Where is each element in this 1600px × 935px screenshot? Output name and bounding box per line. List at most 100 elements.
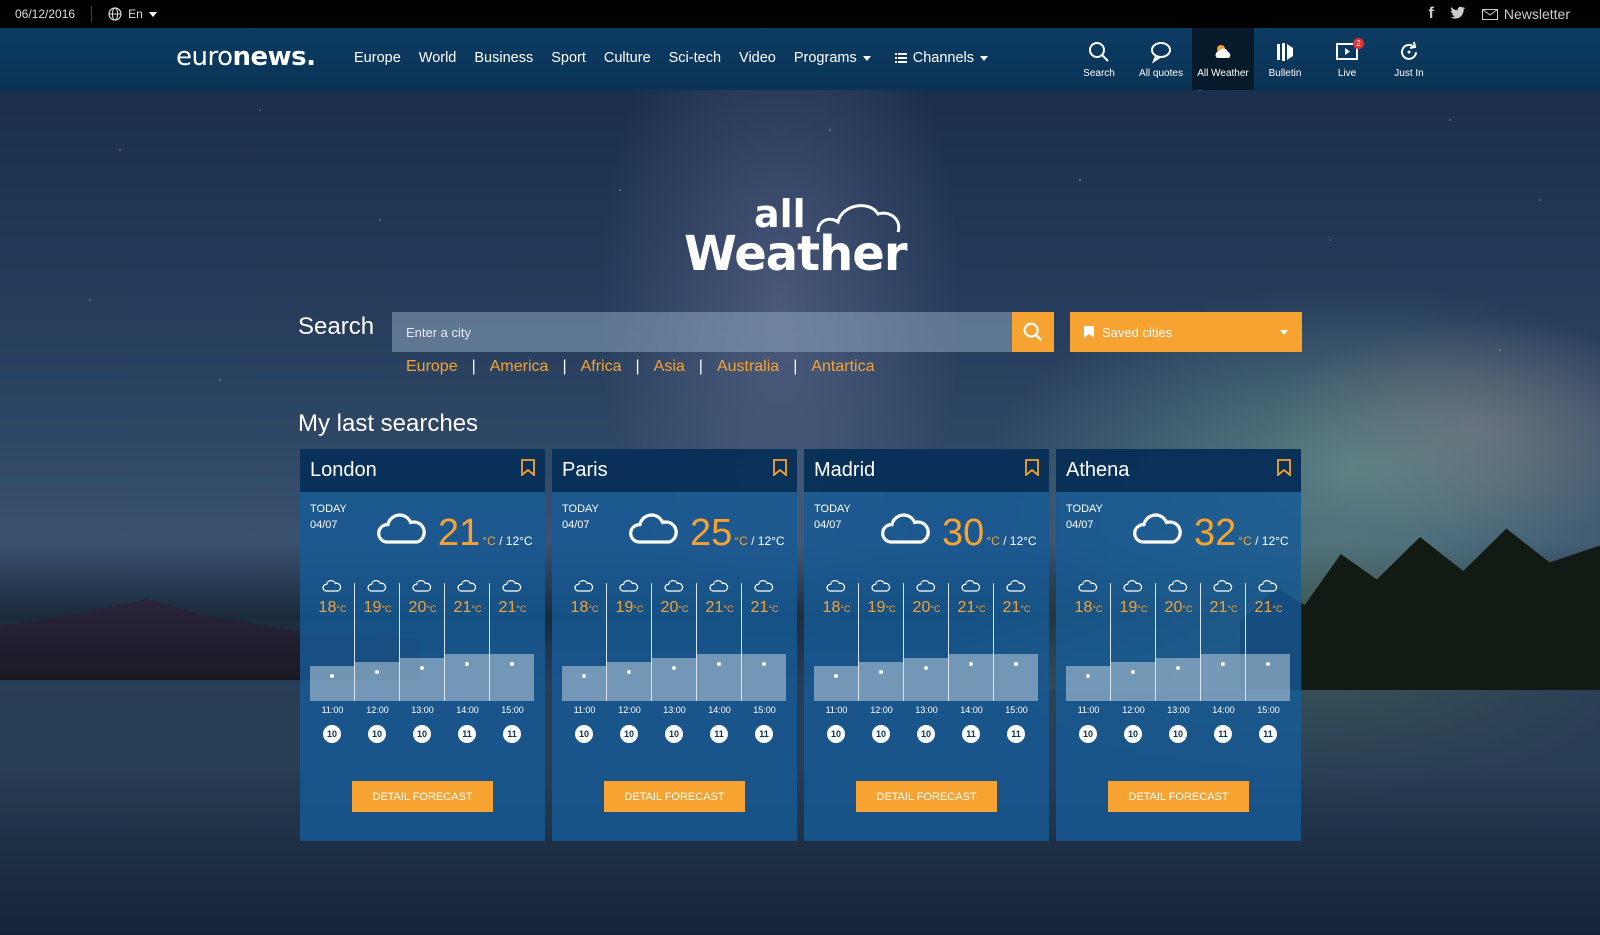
hour-label: 14:00 bbox=[1212, 705, 1235, 715]
detail-forecast-button[interactable]: DETAIL FORECAST bbox=[856, 781, 997, 812]
saved-cities-label: Saved cities bbox=[1102, 324, 1173, 340]
region-separator: | bbox=[562, 358, 567, 375]
facebook-icon[interactable]: f bbox=[1429, 5, 1434, 23]
card-header: Paris bbox=[552, 449, 797, 492]
region-antartica[interactable]: Antartica bbox=[811, 358, 874, 376]
hourly-temperature: 18°C bbox=[562, 599, 607, 617]
temperature-bar bbox=[445, 654, 489, 701]
hour-label: 13:00 bbox=[411, 705, 434, 715]
cloud-icon bbox=[1258, 579, 1278, 598]
chevron-down-icon bbox=[862, 55, 871, 61]
nav-world[interactable]: World bbox=[419, 50, 457, 66]
nav-europe[interactable]: Europe bbox=[354, 50, 401, 66]
cloud-icon bbox=[574, 579, 594, 598]
temperature-value: 25 bbox=[690, 512, 733, 554]
nav-bulletin-button[interactable]: Bulletin bbox=[1254, 28, 1316, 90]
hourly-column: 19°C 12:00 10 bbox=[859, 579, 904, 759]
region-separator: | bbox=[698, 358, 703, 375]
current-temperature: 32 °C / 12°C bbox=[1132, 511, 1289, 552]
temperature-point bbox=[672, 666, 676, 670]
nav-all-weather-button[interactable]: All Weather bbox=[1192, 28, 1254, 90]
region-africa[interactable]: Africa bbox=[581, 358, 622, 376]
nav-programs[interactable]: Programs bbox=[794, 50, 871, 66]
nav-culture[interactable]: Culture bbox=[604, 50, 651, 66]
region-asia[interactable]: Asia bbox=[654, 358, 685, 376]
bookmark-icon[interactable] bbox=[1277, 459, 1291, 482]
logo-weather: Weather bbox=[684, 226, 908, 282]
twitter-icon[interactable] bbox=[1450, 6, 1466, 23]
globe-icon bbox=[108, 7, 122, 21]
cloud-icon bbox=[880, 511, 932, 552]
detail-forecast-button[interactable]: DETAIL FORECAST bbox=[1108, 781, 1249, 812]
language-selector[interactable]: En bbox=[108, 7, 157, 21]
hourly-column: 21°C 14:00 11 bbox=[949, 579, 994, 759]
detail-forecast-button[interactable]: DETAIL FORECAST bbox=[352, 781, 493, 812]
region-separator: | bbox=[471, 358, 476, 375]
hourly-column: 21°C 14:00 11 bbox=[1201, 579, 1246, 759]
wind-speed-badge: 11 bbox=[1007, 725, 1025, 743]
nav-sport[interactable]: Sport bbox=[551, 50, 586, 66]
city-cards: London TODAY 04/07 21 °C / 12°C 18°C 11:… bbox=[300, 449, 1301, 841]
hourly-forecast: 18°C 11:00 10 19°C 12:00 10 20°C 13:00 1… bbox=[562, 579, 787, 759]
nav-just-in-button[interactable]: Just In bbox=[1378, 28, 1440, 90]
nav-icon-group: Search All quotes All Weather Bulletin 2… bbox=[1068, 28, 1440, 90]
newsletter-link[interactable]: Newsletter bbox=[1481, 6, 1570, 22]
region-australia[interactable]: Australia bbox=[717, 358, 779, 376]
hour-label: 11:00 bbox=[573, 705, 596, 715]
hour-label: 11:00 bbox=[825, 705, 848, 715]
wind-speed-badge: 11 bbox=[1214, 725, 1232, 743]
mail-icon bbox=[1481, 8, 1498, 20]
city-name: Madrid bbox=[814, 459, 876, 481]
hour-label: 13:00 bbox=[663, 705, 686, 715]
detail-forecast-button[interactable]: DETAIL FORECAST bbox=[604, 781, 745, 812]
chevron-down-icon bbox=[148, 11, 157, 17]
nav-video[interactable]: Video bbox=[739, 50, 776, 66]
nav-search-button[interactable]: Search bbox=[1068, 28, 1130, 90]
live-notification-badge: 2 bbox=[1353, 38, 1364, 49]
hourly-column: 18°C 11:00 10 bbox=[310, 579, 355, 759]
logo-text-light: euro bbox=[176, 42, 233, 72]
bookmark-icon[interactable] bbox=[521, 459, 535, 482]
unit-celsius: °C bbox=[975, 604, 986, 614]
unit-celsius: °C bbox=[840, 604, 851, 614]
temperature-point bbox=[1176, 666, 1180, 670]
temperature-point bbox=[924, 666, 928, 670]
hourly-column: 21°C 15:00 11 bbox=[1246, 579, 1291, 759]
sun-cloud-icon bbox=[1215, 44, 1231, 58]
city-name: Athena bbox=[1066, 459, 1130, 481]
cloud-icon bbox=[1006, 579, 1026, 598]
temperature-bar bbox=[742, 654, 786, 701]
temperature-unit: °C / 12°C bbox=[986, 534, 1037, 548]
city-search-input[interactable] bbox=[392, 312, 1012, 352]
region-europe[interactable]: Europe bbox=[406, 358, 458, 376]
hourly-temp-value: 21 bbox=[1209, 599, 1228, 616]
wind-speed-badge: 11 bbox=[1259, 725, 1277, 743]
bookmark-icon[interactable] bbox=[773, 459, 787, 482]
temperature-point bbox=[375, 669, 379, 674]
bulletin-icon bbox=[1277, 42, 1293, 61]
temperature-point bbox=[330, 673, 334, 678]
bookmark-icon[interactable] bbox=[1025, 459, 1039, 482]
nav-channels[interactable]: Channels bbox=[894, 50, 988, 66]
unit-celsius: °C bbox=[771, 534, 785, 548]
nav-channels-label: Channels bbox=[912, 50, 974, 66]
region-separator: | bbox=[635, 358, 640, 375]
nav-sci-tech[interactable]: Sci-tech bbox=[669, 50, 721, 66]
wind-speed-badge: 10 bbox=[368, 725, 386, 743]
nav-business[interactable]: Business bbox=[474, 50, 533, 66]
current-date: 06/12/2016 bbox=[15, 7, 76, 21]
cloud-icon bbox=[1168, 579, 1188, 598]
search-submit-button[interactable] bbox=[1012, 312, 1054, 352]
nav-live-button[interactable]: 2 Live bbox=[1316, 28, 1378, 90]
temperature-point bbox=[834, 673, 838, 678]
hourly-temp-value: 19 bbox=[867, 599, 886, 616]
region-america[interactable]: America bbox=[490, 358, 549, 376]
temperature-point bbox=[1131, 669, 1135, 674]
saved-cities-dropdown[interactable]: Saved cities bbox=[1070, 312, 1302, 352]
euronews-logo[interactable]: euronews. bbox=[176, 42, 316, 72]
nav-all-quotes-button[interactable]: All quotes bbox=[1130, 28, 1192, 90]
today-label: TODAY bbox=[562, 503, 599, 515]
unit-celsius: °C bbox=[723, 604, 734, 614]
chevron-down-icon bbox=[979, 55, 988, 61]
current-temperature: 30 °C / 12°C bbox=[880, 511, 1037, 552]
